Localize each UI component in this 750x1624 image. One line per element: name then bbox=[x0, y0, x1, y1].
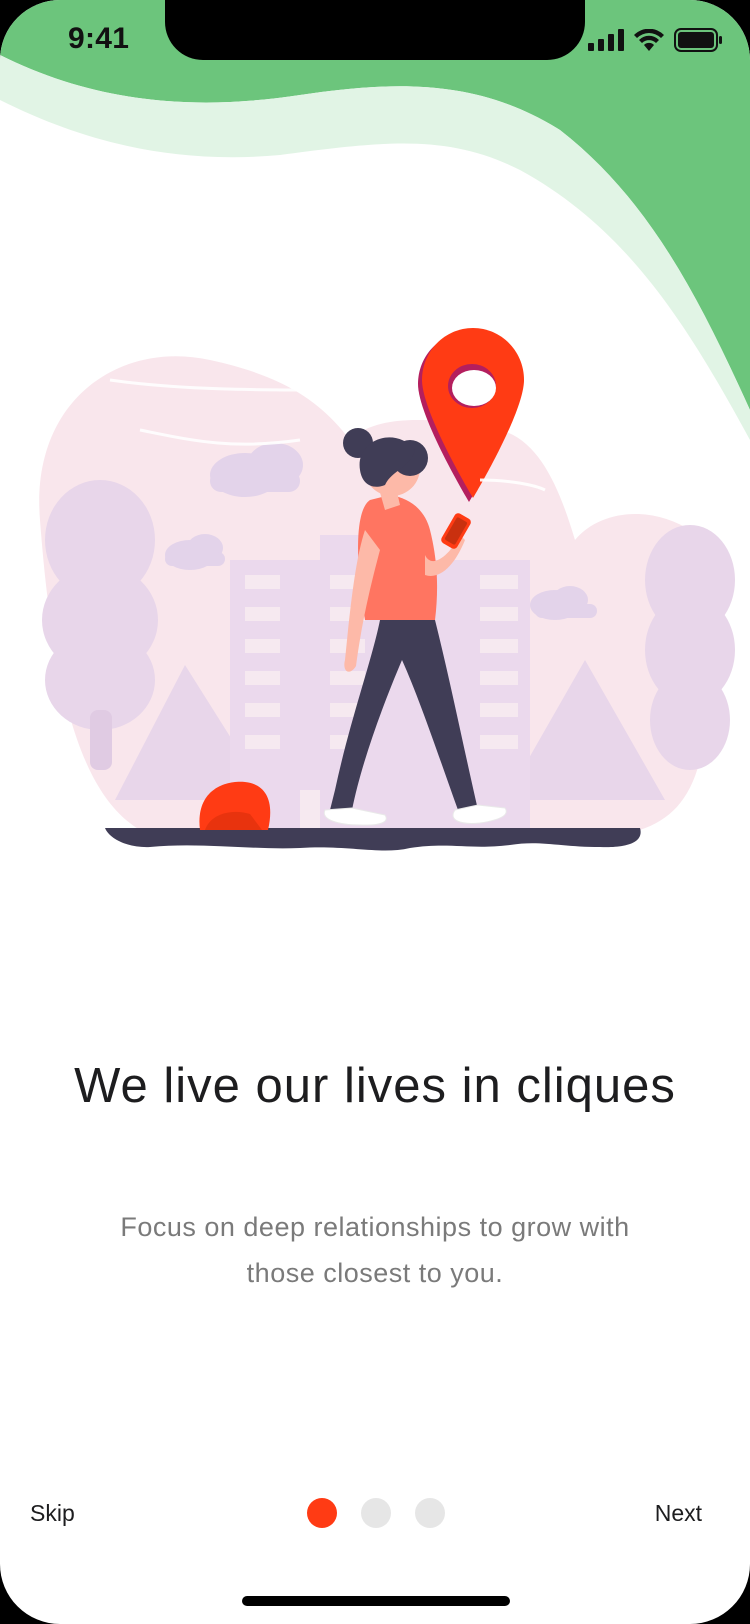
battery-icon bbox=[674, 28, 722, 52]
page-dot-1[interactable] bbox=[307, 1498, 337, 1528]
cellular-signal-icon bbox=[588, 29, 624, 51]
page-dot-2[interactable] bbox=[361, 1498, 391, 1528]
device-notch bbox=[165, 0, 585, 60]
onboarding-screen: 9:41 We live our lives in cliques Focus … bbox=[0, 0, 750, 1624]
home-indicator[interactable] bbox=[242, 1596, 510, 1606]
page-indicator bbox=[307, 1498, 445, 1528]
status-time: 9:41 bbox=[68, 22, 130, 55]
next-button[interactable]: Next bbox=[655, 1490, 702, 1536]
page-subtitle: Focus on deep relationships to grow with… bbox=[120, 1212, 630, 1288]
wifi-icon bbox=[634, 29, 664, 51]
page-dot-3[interactable] bbox=[415, 1498, 445, 1528]
woman-walking-illustration bbox=[39, 328, 735, 851]
status-icons bbox=[588, 26, 722, 54]
skip-button[interactable]: Skip bbox=[30, 1490, 75, 1536]
page-title: We live our lives in cliques bbox=[74, 1059, 676, 1113]
onboarding-controls: Skip Next bbox=[0, 1490, 750, 1536]
